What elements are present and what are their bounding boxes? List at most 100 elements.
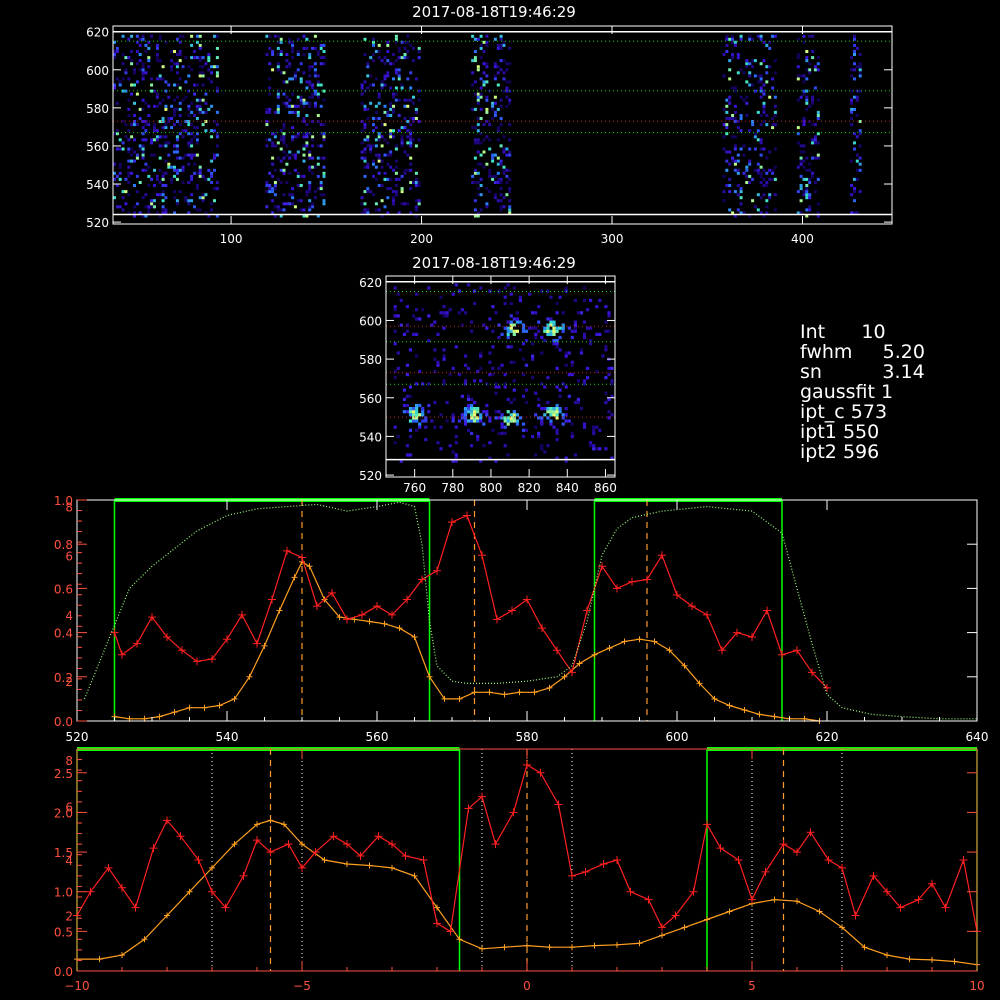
spectrogram-pixel (521, 326, 526, 330)
spectrogram-pixel (268, 34, 272, 38)
spectrogram-pixel (161, 177, 165, 181)
spectrogram-pixel (161, 117, 165, 120)
spectrogram-pixel (178, 59, 182, 63)
spectrogram-pixel (282, 208, 286, 212)
y-tick-label-red: 4 (65, 854, 73, 868)
spectrogram-pixel (138, 117, 142, 120)
spectrogram-pixel (722, 53, 726, 56)
spectrogram-pixel (308, 187, 312, 191)
spectrogram-pixel (418, 413, 422, 417)
spectrogram-pixel (374, 117, 378, 120)
red-series-point (298, 553, 306, 562)
spectrogram-pixel (383, 177, 387, 181)
orange-series-line (114, 561, 820, 722)
spectrogram-pixel (488, 168, 492, 172)
spectrogram-pixel (508, 123, 512, 127)
spectrogram-pixel (858, 156, 862, 160)
spectrogram-pixel (158, 181, 162, 184)
spectrogram-pixel (374, 153, 378, 157)
spectrogram-pixel (589, 298, 593, 302)
spectrogram-pixel (850, 89, 854, 93)
spectrogram-pixel (392, 104, 395, 108)
spectrogram-pixel (850, 101, 854, 105)
spectrogram-pixel (190, 68, 194, 72)
spectrogram-pixel (155, 135, 159, 139)
spectrogram-pixel (811, 138, 815, 142)
spectrogram-pixel (409, 168, 413, 172)
spectrogram-pixel (485, 65, 489, 69)
spectrogram-pixel (130, 83, 134, 87)
spectrogram-pixel (491, 345, 495, 349)
spectrogram-pixel (408, 348, 413, 352)
spectrogram-pixel (499, 162, 503, 166)
spectrogram-pixel (141, 150, 145, 154)
spectrogram-pixel (288, 202, 292, 206)
spectrogram-pixel (322, 56, 326, 60)
spectrogram-pixel (499, 59, 503, 63)
spectrogram-pixel (394, 98, 398, 102)
spectrogram-pixel (409, 181, 413, 184)
spectrogram-pixel (118, 177, 122, 181)
spectrogram-pixel (470, 419, 474, 423)
x-tick-label: 840 (556, 481, 579, 495)
orange-series-point (726, 702, 733, 709)
spectrogram-pixel (279, 159, 283, 163)
spectrogram-pixel (460, 413, 464, 417)
spectrogram-pixel (397, 71, 401, 75)
spectrogram-pixel (415, 416, 419, 420)
spectrogram-pixel (412, 410, 416, 414)
spectrogram-pixel (279, 168, 283, 172)
spectrogram-pixel (509, 360, 513, 364)
spectrogram-pixel (377, 171, 381, 175)
spectrogram-pixel (144, 138, 148, 142)
spectrogram-pixel (808, 62, 812, 66)
spectrogram-pixel (494, 311, 498, 315)
spectrogram-pixel (380, 199, 384, 203)
spectrogram-pixel (493, 153, 497, 157)
spectrogram-pixel (499, 34, 503, 38)
spectrogram-pixel (170, 126, 174, 130)
spectrogram-pixel (805, 196, 809, 200)
spectrogram-pixel (607, 373, 611, 377)
spectrogram-pixel (130, 59, 134, 63)
spectrogram-pixel (273, 184, 277, 187)
spectrogram-pixel (421, 308, 425, 312)
spectrogram-pixel (595, 425, 599, 429)
spectrogram-pixel (543, 450, 547, 454)
spectrogram-pixel (201, 74, 205, 78)
spectrogram-pixel (433, 320, 437, 324)
spectrogram-pixel (187, 162, 191, 166)
spectrogram-pixel (173, 165, 176, 169)
spectrogram-pixel (386, 59, 390, 63)
spectrogram-pixel (161, 208, 165, 212)
spectrogram-pixel (155, 43, 159, 47)
spectrogram-pixel (482, 410, 486, 414)
spectrogram-pixel (319, 62, 323, 66)
spectrogram-pixel (291, 126, 295, 130)
spectrogram-pixel (476, 419, 480, 423)
x-tick-label: 520 (66, 730, 89, 744)
spectrogram-pixel (805, 95, 809, 99)
spectrogram-pixel (175, 147, 179, 151)
orange-series-point (659, 932, 665, 939)
spectrogram-pixel (308, 181, 312, 184)
red-series-point (748, 633, 756, 642)
spectrogram-pixel (451, 419, 455, 423)
info-ipt-c-row: ipt_c 573 (800, 402, 925, 422)
x-tick-label: 400 (791, 232, 814, 246)
spectrogram-pixel (121, 34, 125, 38)
spectrogram-pixel (170, 177, 174, 181)
spectrogram-pixel (322, 171, 326, 175)
spectrogram-pixel (316, 187, 320, 191)
spectrogram-pixel (409, 86, 413, 90)
spectrogram-pixel (392, 77, 395, 81)
spectrogram-pixel (158, 135, 162, 139)
spectrogram-pixel (808, 34, 812, 38)
spectrogram-pixel (193, 50, 196, 53)
spectrogram-pixel (555, 385, 559, 389)
spectrogram-pixel (439, 295, 443, 299)
spectrogram-pixel (485, 110, 489, 114)
spectrogram-pixel (130, 171, 134, 175)
spectrogram-pixel (313, 46, 317, 50)
spectrogram-pixel (739, 187, 743, 191)
